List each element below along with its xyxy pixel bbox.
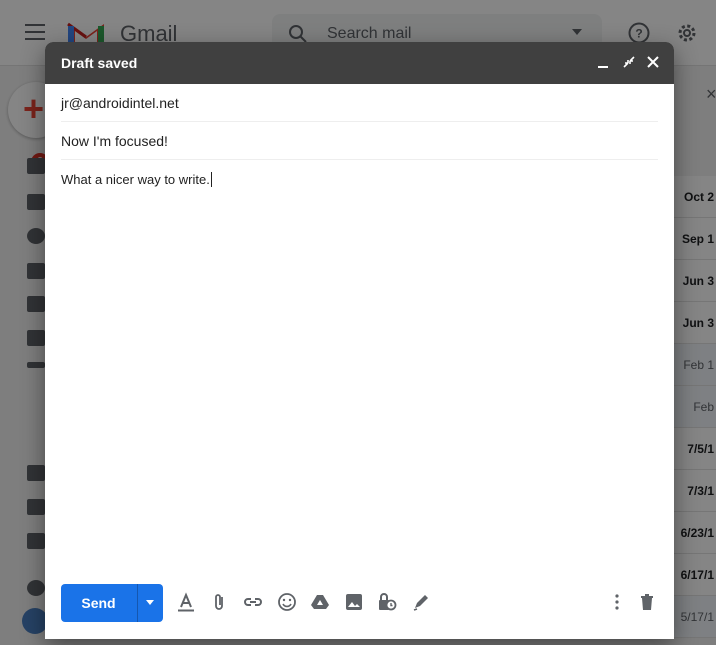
text-cursor	[210, 172, 212, 187]
message-body[interactable]: What a nicer way to write.	[61, 172, 212, 187]
minimize-icon[interactable]	[594, 53, 612, 71]
send-button[interactable]: Send	[61, 584, 163, 622]
message-body-text: What a nicer way to write.	[61, 172, 210, 187]
recipients-field[interactable]: jr@androidintel.net	[61, 84, 658, 122]
google-drive-icon[interactable]	[310, 592, 330, 612]
insert-link-icon[interactable]	[243, 592, 263, 612]
compose-header: Draft saved	[45, 42, 674, 84]
insert-signature-icon[interactable]	[411, 592, 431, 612]
compose-dialog: Draft saved jr@androidintel.net Now I'm …	[45, 42, 674, 639]
more-options-icon[interactable]	[607, 592, 627, 612]
exit-full-screen-icon[interactable]	[620, 53, 638, 71]
insert-photo-icon[interactable]	[344, 592, 364, 612]
attach-files-icon[interactable]	[210, 592, 230, 612]
insert-emoji-icon[interactable]	[277, 592, 297, 612]
confidential-mode-icon[interactable]	[377, 592, 397, 612]
compose-title: Draft saved	[61, 55, 138, 71]
close-icon[interactable]	[644, 53, 662, 71]
more-send-options-button[interactable]	[137, 584, 163, 622]
send-label: Send	[81, 595, 116, 611]
subject-field[interactable]: Now I'm focused!	[61, 122, 658, 160]
formatting-options-icon[interactable]	[176, 592, 196, 612]
compose-toolbar: Send	[45, 567, 674, 639]
discard-draft-icon[interactable]	[637, 592, 657, 612]
